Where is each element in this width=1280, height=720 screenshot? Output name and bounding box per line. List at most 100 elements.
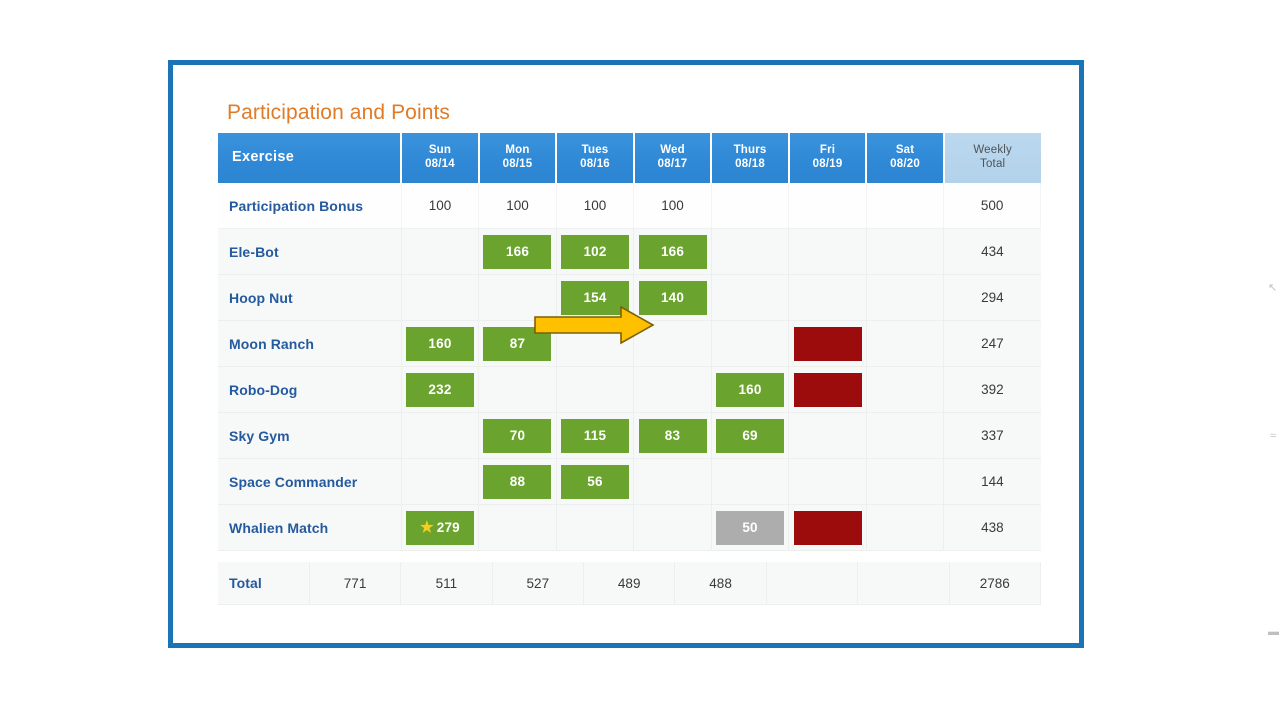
row-label: Hoop Nut: [218, 274, 402, 321]
table-cell: [866, 320, 945, 367]
total-row-body: Total 771 511 527 489 488 2786: [218, 562, 1041, 605]
score-chip-green: 56: [561, 464, 629, 499]
table-cell: [866, 366, 945, 413]
table-row: Whalien Match ★ 279 50 438: [218, 504, 1041, 551]
column-header-sat-day: Sat: [895, 144, 915, 157]
table-cell: 100: [478, 183, 557, 229]
table-cell: [788, 366, 867, 413]
total-row-wrapper: Total 771 511 527 489 488 2786: [218, 562, 1041, 605]
table-cell: [788, 274, 867, 321]
table-cell: ★ 279: [401, 504, 480, 551]
table-cell: [788, 504, 867, 551]
table-cell: 69: [711, 412, 790, 459]
column-header-thurs: Thurs 08/18: [711, 133, 790, 183]
participation-table-wrapper: Exercise Sun 08/14 Mon 08/15 Tues 08/16 …: [218, 133, 1041, 551]
score-value: 70: [509, 428, 526, 443]
slide-canvas: Participation and Points Exercise Sun 08…: [0, 0, 1280, 720]
table-cell: [866, 274, 945, 321]
score-chip-red: [793, 510, 862, 545]
table-cell: [711, 228, 790, 275]
table-cell: [478, 504, 557, 551]
column-header-exercise: Exercise: [218, 133, 403, 183]
table-cell: [711, 274, 790, 321]
table-header-row: Exercise Sun 08/14 Mon 08/15 Tues 08/16 …: [218, 133, 1041, 183]
row-weekly-total: 438: [943, 504, 1041, 551]
column-header-fri-date: 08/19: [812, 158, 843, 170]
table-cell: 70: [478, 412, 557, 459]
table-cell: [478, 274, 557, 321]
table-cell: [788, 412, 867, 459]
table-row: Hoop Nut 154 140 294: [218, 274, 1041, 321]
total-row-cell: [766, 562, 859, 605]
table-body: Participation Bonus 100 100 100 100 500 Ele-Bo…: [218, 183, 1041, 551]
column-header-mon: Mon 08/15: [478, 133, 558, 183]
score-value: 56: [587, 474, 603, 489]
score-chip-green: 115: [561, 418, 629, 453]
score-chip-green: 154: [561, 280, 629, 315]
total-row-table: Total 771 511 527 489 488 2786: [218, 562, 1041, 605]
table-cell: 115: [556, 412, 635, 459]
edge-artifact-middle: ≈: [1270, 430, 1277, 442]
grand-total: 2786: [949, 562, 1041, 605]
score-value: 87: [509, 336, 526, 351]
table-cell: 232: [401, 366, 480, 413]
table-cell: [556, 366, 635, 413]
column-header-tues-date: 08/16: [580, 158, 610, 170]
score-value: 88: [509, 474, 526, 489]
row-label: Whalien Match: [218, 504, 402, 551]
table-cell: [633, 366, 712, 413]
score-chip-green: 70: [483, 418, 552, 453]
row-label: Participation Bonus: [218, 183, 402, 229]
score-chip-red: [793, 326, 862, 361]
column-header-weekly-total-line2: Total: [980, 158, 1006, 170]
total-row-cell: 527: [492, 562, 585, 605]
score-value: 83: [664, 428, 681, 443]
score-value: 102: [583, 244, 607, 259]
score-value: 232: [428, 382, 452, 397]
table-cell: [633, 504, 712, 551]
row-label: Ele-Bot: [218, 228, 402, 275]
score-value: 115: [583, 428, 607, 443]
table-cell: 83: [633, 412, 712, 459]
table-row: Sky Gym 70 115 83 69 337: [218, 412, 1041, 459]
table-cell: 100: [556, 183, 635, 229]
table-cell: 100: [633, 183, 712, 229]
row-weekly-total: 392: [943, 366, 1041, 413]
column-header-weekly-total-line1: Weekly: [973, 144, 1013, 157]
table-header: Exercise Sun 08/14 Mon 08/15 Tues 08/16 …: [218, 133, 1041, 183]
column-header-weekly-total: Weekly Total: [943, 133, 1041, 183]
column-header-sun-day: Sun: [428, 144, 452, 157]
table-cell: [866, 228, 945, 275]
score-value: 160: [738, 382, 762, 397]
column-header-mon-date: 08/15: [502, 158, 533, 170]
table-cell: 160: [711, 366, 790, 413]
table-row: Space Commander 88 56 144: [218, 458, 1041, 505]
column-header-wed-day: Wed: [660, 144, 685, 157]
slide-content: Participation and Points Exercise Sun 08…: [173, 65, 1079, 643]
score-value: 50: [742, 520, 758, 535]
table-cell: [633, 458, 712, 505]
total-row-cell: 488: [674, 562, 767, 605]
column-header-fri-day: Fri: [819, 144, 836, 157]
column-header-sun-date: 08/14: [425, 158, 455, 170]
score-value: 160: [428, 336, 452, 351]
score-chip-green: 232: [405, 372, 474, 407]
table-cell: [866, 504, 945, 551]
column-header-sat-date: 08/20: [890, 158, 920, 170]
total-row-cell: 511: [400, 562, 493, 605]
row-weekly-total: 144: [943, 458, 1041, 505]
column-header-sat: Sat 08/20: [866, 133, 945, 183]
slide-frame: Participation and Points Exercise Sun 08…: [168, 60, 1084, 648]
score-chip-green: 102: [561, 234, 629, 269]
score-chip-red: [793, 372, 862, 407]
table-cell: [866, 412, 945, 459]
total-row-cell: [857, 562, 950, 605]
table-cell: 154: [556, 274, 635, 321]
column-header-wed: Wed 08/17: [633, 133, 713, 183]
edge-artifact-bottom: ▬: [1268, 626, 1279, 638]
table-row: Moon Ranch 160 87 247: [218, 320, 1041, 367]
score-chip-green: 160: [716, 372, 785, 407]
column-header-thurs-date: 08/18: [735, 158, 765, 170]
column-header-sun: Sun 08/14: [401, 133, 480, 183]
table-cell: 56: [556, 458, 635, 505]
